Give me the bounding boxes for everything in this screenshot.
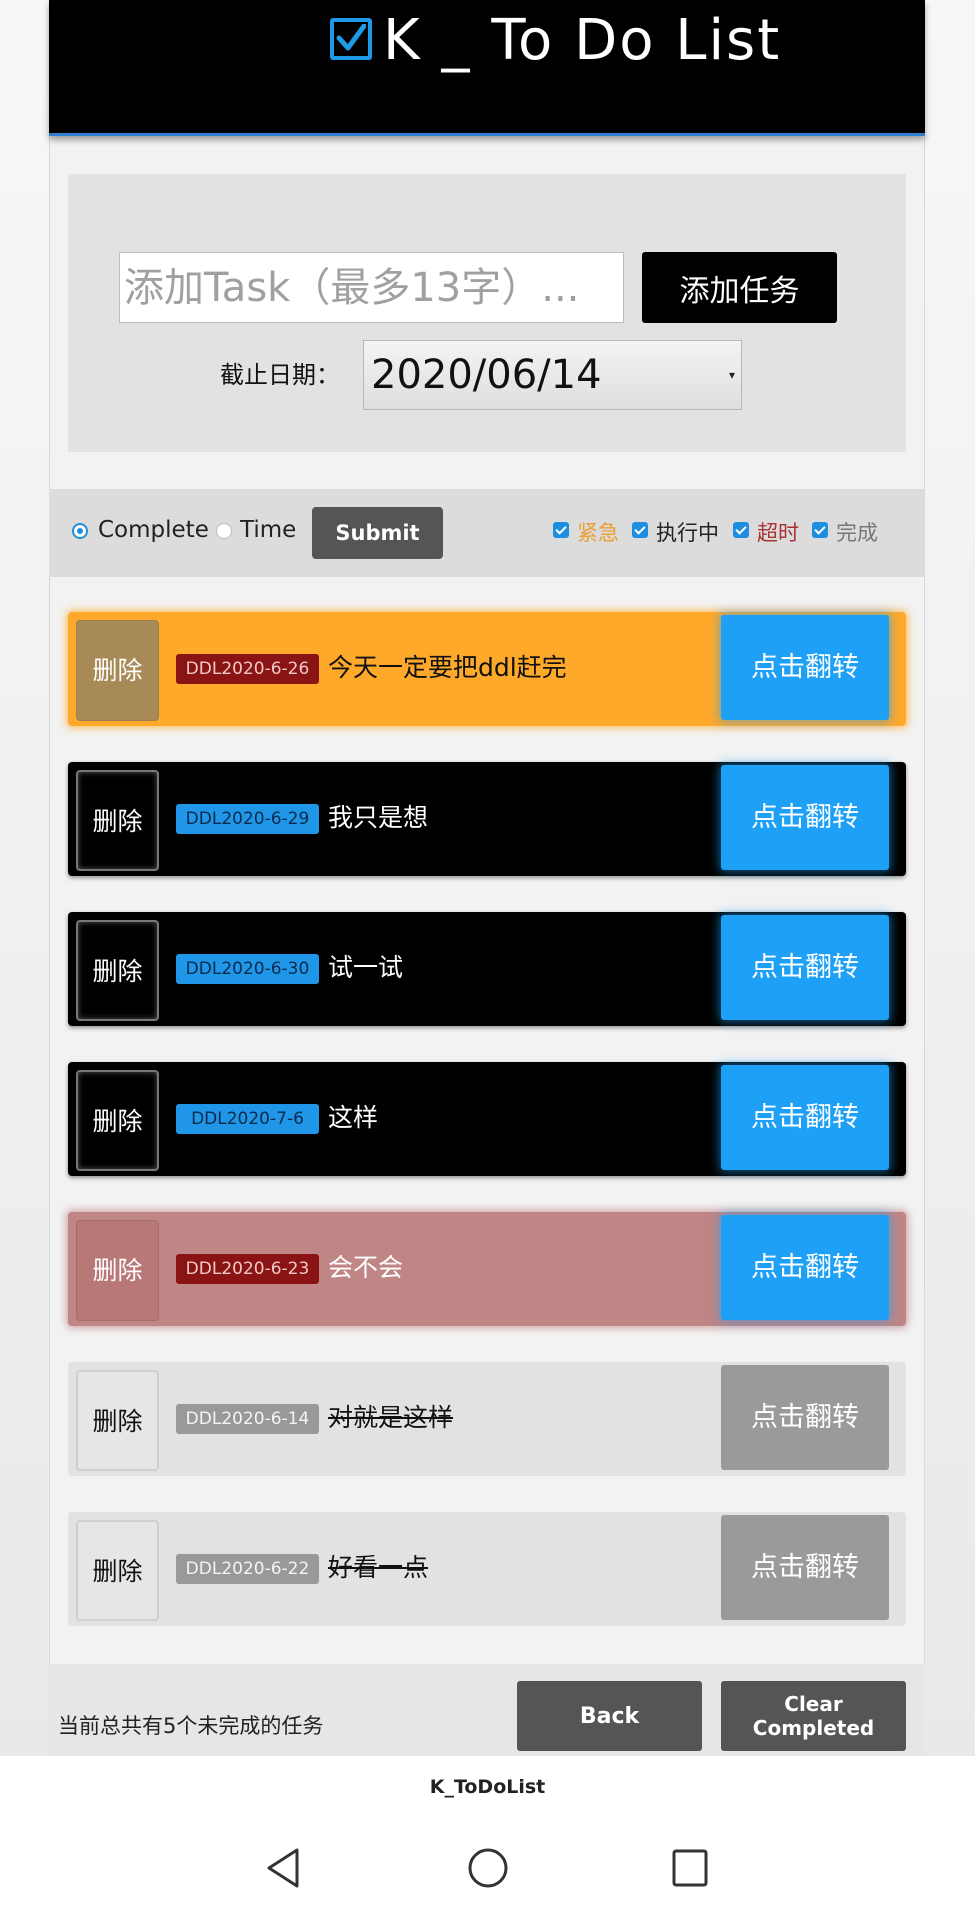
back-button[interactable]: Back (517, 1681, 702, 1751)
filter-urgent-checkbox[interactable] (553, 522, 569, 538)
task-card: 删除 DDL2020-6-22 好看一点 点击翻转 (68, 1512, 906, 1626)
filter-active-label: 执行中 (656, 521, 719, 545)
flip-button[interactable]: 点击翻转 (721, 1515, 889, 1620)
deadline-label: 截止日期： (220, 361, 340, 389)
delete-button[interactable]: 删除 (76, 770, 159, 871)
add-task-button[interactable]: 添加任务 (642, 252, 837, 323)
flip-button[interactable]: 点击翻转 (721, 1215, 889, 1320)
filter-overdue-checkbox[interactable] (733, 522, 749, 538)
sort-time-radio[interactable] (216, 523, 232, 539)
delete-button[interactable]: 删除 (76, 1370, 159, 1471)
filter-overdue-label: 超时 (757, 521, 799, 545)
home-circle-icon[interactable] (466, 1846, 510, 1894)
deadline-badge: DDL2020-6-22 (176, 1554, 319, 1584)
dropdown-caret-icon: ▾ (728, 368, 735, 382)
task-text: 我只是想 (328, 803, 429, 832)
delete-button[interactable]: 删除 (76, 620, 159, 721)
delete-button[interactable]: 删除 (76, 1070, 159, 1171)
app-header: K _ To Do List (49, 0, 925, 136)
checked-box-icon (330, 18, 372, 60)
app-name-label: K_ToDoList (429, 1776, 546, 1798)
flip-button[interactable]: 点击翻转 (721, 1365, 889, 1470)
task-text: 对就是这样 (328, 1403, 454, 1432)
sort-complete-label: Complete (98, 517, 209, 543)
task-text: 这样 (328, 1103, 379, 1132)
delete-button[interactable]: 删除 (76, 1520, 159, 1621)
deadline-badge: DDL2020-6-14 (176, 1404, 319, 1434)
flip-button[interactable]: 点击翻转 (721, 765, 889, 870)
task-card: 删除 DDL2020-6-14 对就是这样 点击翻转 (68, 1362, 906, 1476)
filter-urgent-label: 紧急 (577, 521, 619, 545)
recents-square-icon[interactable] (670, 1846, 710, 1894)
back-triangle-icon[interactable] (263, 1846, 303, 1894)
sort-time-label: Time (240, 517, 297, 543)
filter-active-checkbox[interactable] (632, 522, 648, 538)
clear-completed-button[interactable]: Clear Completed (721, 1681, 906, 1751)
task-card: 删除 DDL2020-6-26 今天一定要把ddl赶完 点击翻转 (68, 612, 906, 726)
deadline-badge: DDL2020-6-29 (176, 804, 319, 834)
deadline-date-select[interactable]: 2020/06/14 ▾ (363, 340, 742, 410)
page-title: K _ To Do List (383, 8, 782, 73)
deadline-badge: DDL2020-6-30 (176, 954, 319, 984)
filter-done-label: 完成 (836, 521, 878, 545)
task-text: 今天一定要把ddl赶完 (328, 653, 567, 682)
task-input[interactable] (119, 252, 624, 323)
task-card: 删除 DDL2020-7-6 这样 点击翻转 (68, 1062, 906, 1176)
submit-button[interactable]: Submit (312, 507, 443, 559)
date-value: 2020/06/14 (371, 352, 602, 398)
task-card: 删除 DDL2020-6-30 试一试 点击翻转 (68, 912, 906, 1026)
filter-done-checkbox[interactable] (812, 522, 828, 538)
deadline-badge: DDL2020-6-23 (176, 1254, 319, 1284)
flip-button[interactable]: 点击翻转 (721, 615, 889, 720)
task-text: 试一试 (328, 953, 404, 982)
task-text: 会不会 (328, 1253, 404, 1282)
deadline-badge: DDL2020-6-26 (176, 654, 319, 684)
flip-button[interactable]: 点击翻转 (721, 1065, 889, 1170)
sort-complete-radio[interactable] (72, 523, 88, 539)
task-card: 删除 DDL2020-6-29 我只是想 点击翻转 (68, 762, 906, 876)
flip-button[interactable]: 点击翻转 (721, 915, 889, 1020)
task-card: 删除 DDL2020-6-23 会不会 点击翻转 (68, 1212, 906, 1326)
incomplete-count: 当前总共有5个未完成的任务 (58, 1714, 324, 1738)
delete-button[interactable]: 删除 (76, 920, 159, 1021)
task-text: 好看一点 (328, 1553, 429, 1582)
delete-button[interactable]: 删除 (76, 1220, 159, 1321)
deadline-badge: DDL2020-7-6 (176, 1104, 319, 1134)
